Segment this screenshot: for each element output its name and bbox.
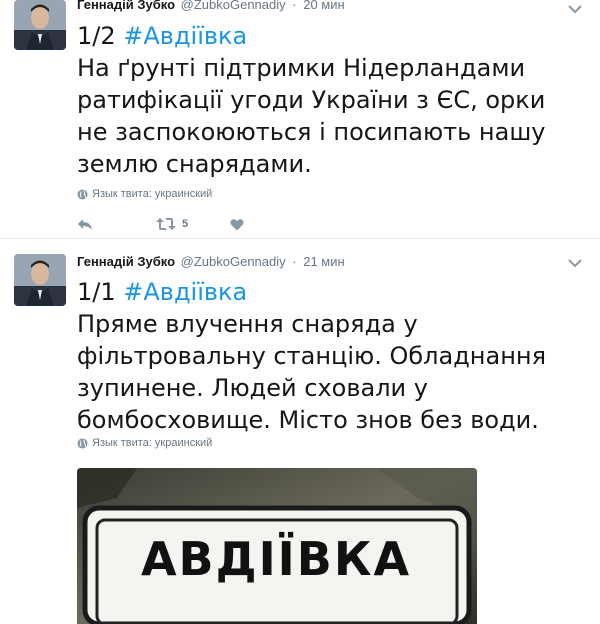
thread-index: 1/1 xyxy=(77,278,124,306)
tweet-photo[interactable]: АВДІЇВКА xyxy=(77,468,477,624)
tweet-language: Язык твита: украинский xyxy=(77,187,212,201)
tweet-timestamp[interactable]: 20 мин xyxy=(303,0,344,12)
caret-down-icon[interactable] xyxy=(568,258,582,268)
reply-icon xyxy=(78,219,92,230)
tweet-text: 1/2 #Авдіївка На ґрунті підтримки Нідерл… xyxy=(77,20,577,180)
avatar-photo xyxy=(14,254,66,306)
reply-button[interactable] xyxy=(77,215,93,233)
avatar-photo xyxy=(14,0,66,50)
like-button[interactable] xyxy=(230,215,244,233)
tweet-text: 1/1 #Авдіївка Пряме влучення снаряда у ф… xyxy=(77,276,577,436)
sign-text: АВДІЇВКА xyxy=(140,532,412,586)
retweet-icon xyxy=(156,218,176,230)
tweet-header: Геннадій Зубко @ZubkoGennadiy · 21 мин xyxy=(77,254,345,272)
tweet-actions: 5 xyxy=(77,215,244,233)
avatar[interactable] xyxy=(14,0,66,50)
tweet[interactable]: Геннадій Зубко @ZubkoGennadiy · 20 мин 1… xyxy=(0,0,600,239)
tweet-language: Язык твита: украинский xyxy=(77,436,212,450)
language-label: Язык твита: украинский xyxy=(92,188,213,200)
globe-icon xyxy=(77,188,88,200)
tweet-body: На ґрунті підтримки Нідерландами ратифік… xyxy=(77,54,546,178)
tweet-header: Геннадій Зубко @ZubkoGennadiy · 20 мин xyxy=(77,0,345,15)
separator-dot: · xyxy=(292,254,297,269)
hashtag-link[interactable]: #Авдіївка xyxy=(123,22,247,50)
tweet-timestamp[interactable]: 21 мин xyxy=(303,254,344,269)
language-label: Язык твита: украинский xyxy=(92,437,213,449)
tweet-body: Пряме влучення снаряда у фільтровальну с… xyxy=(77,310,547,434)
globe-icon xyxy=(77,437,88,449)
avatar[interactable] xyxy=(14,254,66,306)
caret-down-icon[interactable] xyxy=(568,4,582,14)
author-fullname[interactable]: Геннадій Зубко xyxy=(77,0,175,12)
retweet-count: 5 xyxy=(182,218,189,230)
author-fullname[interactable]: Геннадій Зубко xyxy=(77,254,175,269)
heart-icon xyxy=(230,218,244,230)
hashtag-link[interactable]: #Авдіївка xyxy=(123,278,247,306)
separator-dot: · xyxy=(292,0,297,12)
thread-index: 1/2 xyxy=(77,22,124,50)
author-username[interactable]: @ZubkoGennadiy xyxy=(181,254,286,269)
author-username[interactable]: @ZubkoGennadiy xyxy=(181,0,286,12)
tweet[interactable]: Геннадій Зубко @ZubkoGennadiy · 21 мин 1… xyxy=(0,240,600,624)
retweet-button[interactable]: 5 xyxy=(156,215,188,233)
